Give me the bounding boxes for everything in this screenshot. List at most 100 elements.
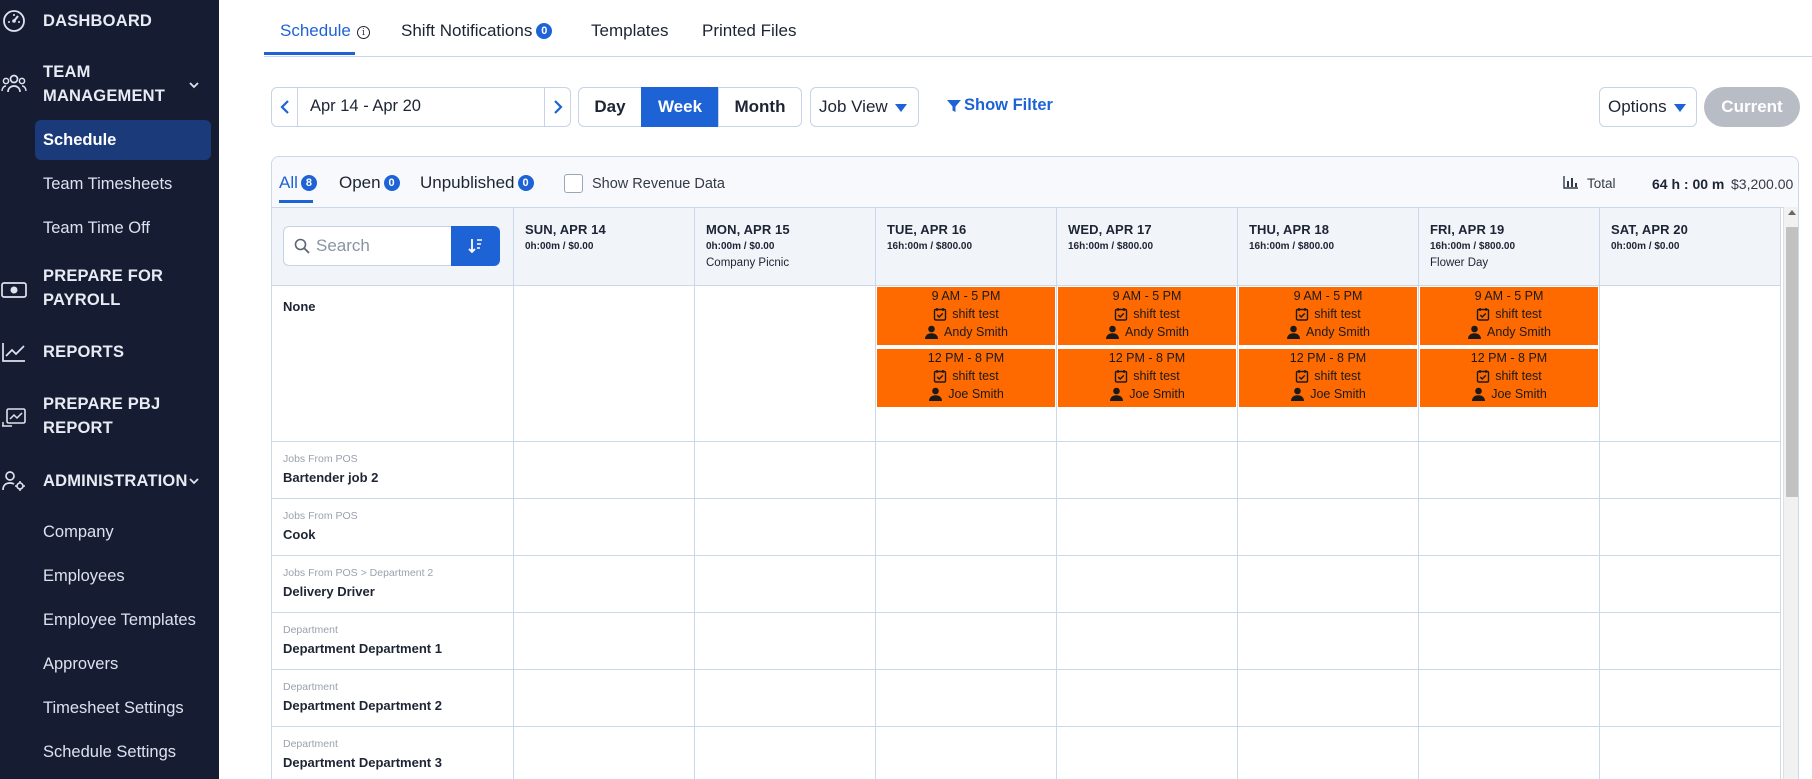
nav-prepare-payroll[interactable]: PREPARE FOR PAYROLL [0,264,219,314]
sidebar-item-team-time-off[interactable]: Team Time Off [35,208,211,248]
schedule-cell[interactable] [1600,556,1781,613]
schedule-cell[interactable] [1057,727,1238,779]
date-range-label[interactable]: Apr 14 - Apr 20 [310,97,421,116]
day-header[interactable]: THU, APR 18 16h:00m / $800.00 [1238,208,1419,286]
day-header[interactable]: MON, APR 15 0h:00m / $0.00 Company Picnic [695,208,876,286]
nav-reports[interactable]: REPORTS [0,339,219,365]
schedule-cell[interactable] [695,556,876,613]
sidebar-item-employees[interactable]: Employees [35,556,211,596]
schedule-cell[interactable] [876,556,1057,613]
sidebar-item-company[interactable]: Company [35,512,211,552]
show-filter-button[interactable]: Show Filter [946,96,1053,115]
filter-open[interactable]: Open 0 [339,173,400,193]
shift-card[interactable]: 9 AM - 5 PM shift test Andy Smith [877,287,1055,345]
schedule-cell[interactable] [1419,499,1600,556]
info-icon[interactable]: i [356,26,370,39]
day-header[interactable]: SAT, APR 20 0h:00m / $0.00 [1600,208,1781,286]
schedule-cell[interactable] [1057,556,1238,613]
schedule-cell[interactable] [1238,670,1419,727]
day-header[interactable]: FRI, APR 19 16h:00m / $800.00 Flower Day [1419,208,1600,286]
schedule-cell[interactable] [1419,670,1600,727]
schedule-cell[interactable] [695,727,876,779]
tab-shift-notifications[interactable]: Shift Notifications 0 [401,21,553,41]
schedule-cell[interactable] [514,499,695,556]
schedule-cell[interactable] [1238,556,1419,613]
sidebar-item-schedule[interactable]: Schedule [35,120,211,160]
schedule-cell[interactable] [1238,442,1419,499]
options-dropdown[interactable]: Options [1599,87,1697,127]
tab-printed-files[interactable]: Printed Files [702,21,796,41]
sidebar-item-employee-templates[interactable]: Employee Templates [35,600,211,640]
schedule-cell[interactable] [876,613,1057,670]
scroll-thumb[interactable] [1786,227,1798,497]
shift-card[interactable]: 12 PM - 8 PM shift test Joe Smith [1239,349,1417,407]
schedule-cell[interactable] [514,556,695,613]
sidebar-item-schedule-settings[interactable]: Schedule Settings [35,732,211,772]
nav-administration[interactable]: ADMINISTRATION [0,468,219,494]
schedule-cell[interactable] [1419,442,1600,499]
job-view-dropdown[interactable]: Job View [810,87,919,127]
schedule-cell[interactable] [1600,499,1781,556]
schedule-cell[interactable] [1057,499,1238,556]
shift-card[interactable]: 9 AM - 5 PM shift test Andy Smith [1058,287,1236,345]
schedule-cell[interactable] [1600,286,1781,442]
schedule-cell[interactable] [1600,670,1781,727]
shift-card[interactable]: 12 PM - 8 PM shift test Joe Smith [1058,349,1236,407]
schedule-cell[interactable] [695,442,876,499]
next-week-button[interactable] [544,88,570,126]
shift-card[interactable]: 9 AM - 5 PM shift test Andy Smith [1420,287,1598,345]
schedule-cell[interactable] [514,442,695,499]
schedule-cell[interactable] [1600,442,1781,499]
schedule-cell[interactable] [695,670,876,727]
nav-dashboard[interactable]: DASHBOARD [0,8,219,34]
schedule-cell[interactable] [1238,613,1419,670]
day-view-button[interactable]: Day [578,87,642,127]
schedule-cell[interactable] [876,442,1057,499]
tab-templates[interactable]: Templates [591,21,668,41]
schedule-cell[interactable] [1419,727,1600,779]
day-header[interactable]: WED, APR 17 16h:00m / $800.00 [1057,208,1238,286]
day-header[interactable]: SUN, APR 14 0h:00m / $0.00 [514,208,695,286]
schedule-cell[interactable] [1238,727,1419,779]
schedule-cell[interactable] [514,727,695,779]
schedule-cell[interactable] [695,286,876,442]
schedule-cell[interactable] [1238,499,1419,556]
schedule-cell[interactable] [1600,727,1781,779]
shift-card[interactable]: 12 PM - 8 PM shift test Joe Smith [1420,349,1598,407]
current-button[interactable]: Current [1704,87,1800,127]
schedule-cell[interactable] [876,499,1057,556]
week-view-button[interactable]: Week [641,87,719,127]
schedule-cell[interactable] [1057,613,1238,670]
filter-unpublished[interactable]: Unpublished 0 [420,173,534,193]
schedule-cell[interactable] [1419,556,1600,613]
shift-card[interactable]: 12 PM - 8 PM shift test Joe Smith [877,349,1055,407]
nav-prepare-pbj[interactable]: PREPARE PBJ REPORT [0,392,219,442]
filter-all[interactable]: All 8 [279,173,317,193]
schedule-cell[interactable] [1057,670,1238,727]
shift-card[interactable]: 9 AM - 5 PM shift test Andy Smith [1239,287,1417,345]
schedule-cell[interactable] [514,613,695,670]
scroll-up-arrow[interactable] [1788,210,1796,215]
sidebar-item-approvers[interactable]: Approvers [35,644,211,684]
vertical-scrollbar[interactable] [1783,207,1798,779]
schedule-cell[interactable] [876,727,1057,779]
schedule-cell[interactable] [1057,442,1238,499]
calendar-check-icon [1115,370,1128,383]
schedule-cell[interactable] [514,286,695,442]
show-revenue-checkbox[interactable] [564,174,583,193]
schedule-cell[interactable] [1600,613,1781,670]
schedule-cell[interactable] [514,670,695,727]
tab-schedule[interactable]: Schedule i [280,21,370,41]
sidebar-item-team-timesheets[interactable]: Team Timesheets [35,164,211,204]
nav-team-management[interactable]: TEAM MANAGEMENT [0,60,219,110]
month-view-button[interactable]: Month [718,87,802,127]
sidebar-item-timesheet-settings[interactable]: Timesheet Settings [35,688,211,728]
search-input[interactable] [316,236,446,256]
previous-week-button[interactable] [272,88,298,126]
schedule-cell[interactable] [1419,613,1600,670]
schedule-cell[interactable] [876,670,1057,727]
schedule-cell[interactable] [695,613,876,670]
sort-button[interactable] [451,226,500,266]
schedule-cell[interactable] [695,499,876,556]
day-header[interactable]: TUE, APR 16 16h:00m / $800.00 [876,208,1057,286]
